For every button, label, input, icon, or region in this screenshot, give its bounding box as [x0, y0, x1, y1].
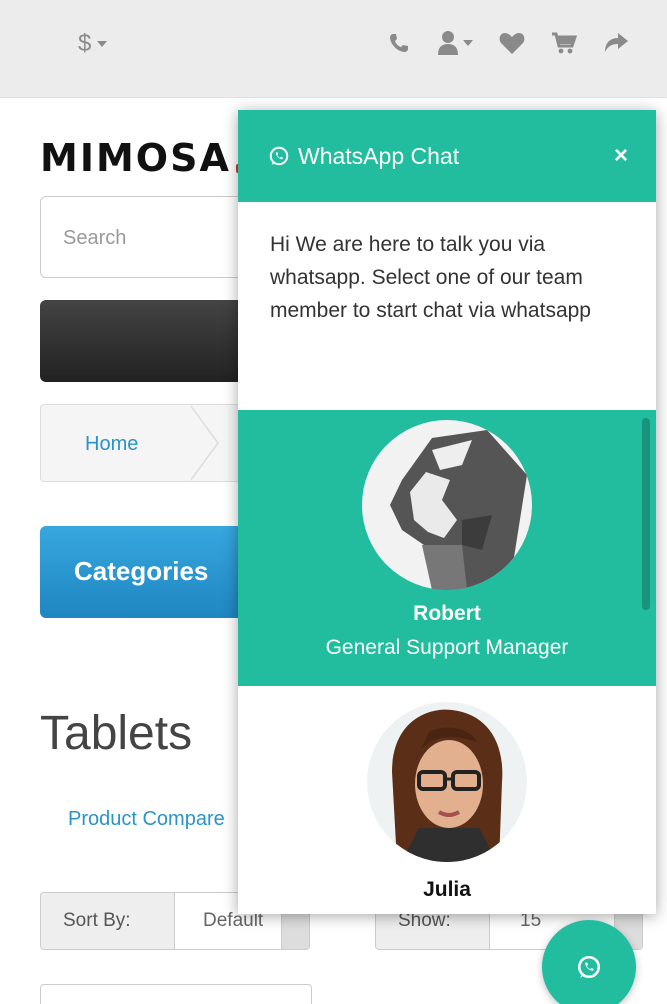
user-dropdown[interactable]: [437, 30, 473, 56]
breadcrumb-home-link[interactable]: Home: [85, 433, 138, 456]
store-logo[interactable]: MIMOSA: [40, 136, 231, 180]
currency-symbol: $: [78, 30, 92, 57]
whatsapp-intro-text: Hi We are here to talk you via whatsapp.…: [270, 233, 591, 322]
user-icon: [438, 31, 458, 55]
heart-icon[interactable]: [499, 31, 525, 55]
member-item-julia[interactable]: Julia: [238, 686, 656, 914]
product-compare-link[interactable]: Product Compare: [68, 808, 225, 831]
whatsapp-float-button[interactable]: [542, 920, 636, 1004]
whatsapp-chat-title: WhatsApp Chat: [298, 142, 460, 169]
cart-icon[interactable]: [551, 31, 577, 55]
avatar: [362, 420, 532, 590]
member-name: Julia: [423, 878, 471, 901]
top-icons: [387, 30, 629, 56]
whatsapp-member-list[interactable]: Robert General Support Manager Julia: [238, 410, 656, 914]
share-icon[interactable]: [603, 32, 629, 54]
breadcrumb-separator-inner: [190, 406, 217, 480]
scrollbar[interactable]: [642, 418, 650, 610]
whatsapp-chat-header: WhatsApp Chat ×: [238, 110, 656, 202]
chevron-down-icon: [97, 41, 108, 47]
avatar: [367, 702, 527, 862]
close-icon[interactable]: ×: [614, 144, 628, 168]
list-grid-toggle[interactable]: [40, 984, 312, 1004]
sort-by-label: Sort By:: [41, 893, 175, 949]
member-role: General Support Manager: [325, 636, 569, 659]
whatsapp-chat-popup: WhatsApp Chat × Hi We are here to talk y…: [238, 110, 656, 914]
page-title: Tablets: [40, 707, 193, 760]
phone-icon[interactable]: [387, 31, 411, 55]
currency-dropdown[interactable]: $: [78, 30, 108, 58]
whatsapp-icon: [577, 955, 601, 979]
chevron-down-icon: [463, 40, 473, 46]
whatsapp-icon: [269, 146, 289, 166]
member-item-robert[interactable]: Robert General Support Manager: [238, 410, 656, 686]
member-name: Robert: [413, 602, 481, 625]
top-bar: $: [0, 0, 667, 98]
